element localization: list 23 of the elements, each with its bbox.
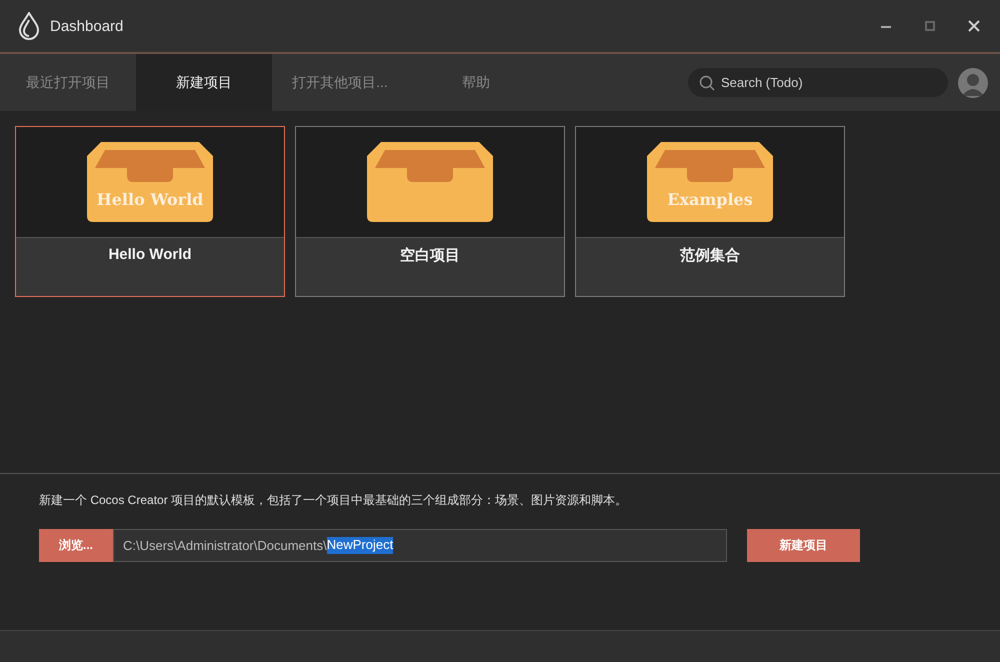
- search-field[interactable]: Search (Todo): [688, 68, 948, 97]
- avatar-icon[interactable]: [958, 68, 988, 98]
- close-icon: [968, 20, 980, 32]
- maximize-icon: [924, 20, 936, 32]
- search-icon: [699, 75, 715, 91]
- window-title: Dashboard: [50, 18, 124, 34]
- create-project-button[interactable]: 新建项目: [747, 529, 860, 562]
- tab[interactable]: 最近打开项目: [0, 54, 136, 111]
- tab[interactable]: 新建项目: [136, 54, 272, 111]
- template-description: 新建一个 Cocos Creator 项目的默认模板，包括了一个项目中最基础的三个组成部分：场景、图片资源和脚本。: [39, 492, 628, 509]
- template-card[interactable]: Examples 范例集合: [575, 126, 845, 297]
- drop-logo-icon: [18, 12, 40, 40]
- tab[interactable]: 帮助: [408, 54, 544, 111]
- template-card[interactable]: Hello World Hello World: [15, 126, 285, 297]
- box-icon: Examples: [647, 142, 773, 222]
- template-name: 空白项目: [400, 246, 460, 266]
- box-icon: [367, 142, 493, 222]
- template-name: 范例集合: [680, 246, 740, 266]
- template-card[interactable]: 空白项目: [295, 126, 565, 297]
- tab[interactable]: 打开其他项目...: [272, 54, 408, 111]
- box-icon: Hello World: [87, 142, 213, 222]
- template-name: Hello World: [108, 246, 192, 265]
- browse-button[interactable]: 浏览...: [39, 529, 113, 562]
